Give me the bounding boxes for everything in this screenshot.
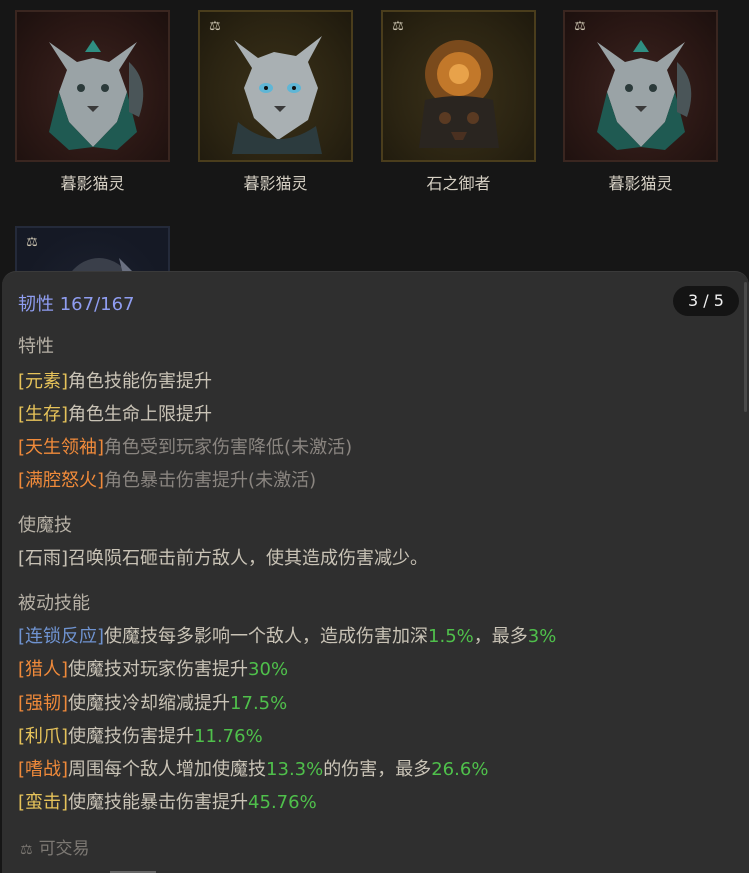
trait-row: [生存]角色生命上限提升: [18, 400, 212, 426]
passive-text: 使魔技伤害提升: [68, 726, 195, 747]
passive-row: [蛮击]使魔技能暴击伤害提升45.76%: [18, 788, 317, 814]
passive-tag: [嗜战]: [18, 759, 69, 780]
trait-row: [天生领袖]角色受到玩家伤害降低(未激活): [18, 433, 352, 459]
passive-tag: [猎人]: [18, 659, 69, 680]
passive-row: [连锁反应]使魔技每多影响一个敌人，造成伤害加深1.5%，最多3%: [18, 622, 556, 648]
stone-warden-portrait-icon: [419, 40, 499, 148]
passive-value: 13.3%: [266, 759, 324, 780]
trait-tag: [满腔怒火]: [18, 470, 105, 491]
traits-heading: 特性: [18, 336, 54, 357]
passive-heading: 被动技能: [18, 593, 90, 614]
trait-text: 角色技能伤害提升: [68, 371, 213, 392]
toughness-label: 韧性: [18, 294, 54, 315]
passive-text: 使魔技能暴击伤害提升: [68, 792, 249, 813]
trait-text: 角色暴击伤害提升(未激活): [104, 470, 317, 491]
page-indicator[interactable]: 3 / 5: [673, 286, 739, 316]
passive-tag: [利爪]: [18, 726, 69, 747]
passive-text: ，最多: [473, 626, 528, 647]
passive-row: [强韧]使魔技冷却缩减提升17.5%: [18, 689, 287, 715]
familiar-card[interactable]: ⚖ 暮影猫灵: [563, 10, 718, 194]
passive-value: 11.76%: [194, 726, 263, 747]
trait-tag: [天生领袖]: [18, 437, 105, 458]
passive-row: [猎人]使魔技对玩家伤害提升30%: [18, 655, 288, 681]
familiar-thumbnail[interactable]: [15, 10, 170, 162]
skill-heading: 使魔技: [18, 515, 72, 536]
familiar-tooltip: 韧性 167/167 3 / 5 特性 [元素]角色技能伤害提升 [生存]角色生…: [2, 271, 749, 873]
familiar-thumbnail[interactable]: ⚖: [563, 10, 718, 162]
passive-tag: [蛮击]: [18, 792, 69, 813]
trait-text: 角色受到玩家伤害降低(未激活): [104, 437, 353, 458]
passive-value: 1.5%: [428, 626, 474, 647]
passive-tag: [连锁反应]: [18, 626, 105, 647]
passive-value: 30%: [248, 659, 289, 680]
tradeable-status: ⚖ 可交易: [20, 834, 90, 859]
trait-tag: [元素]: [18, 371, 69, 392]
passive-row: [嗜战]周围每个敌人增加使魔技13.3%的伤害，最多26.6%: [18, 755, 488, 781]
familiar-name: 暮影猫灵: [60, 174, 125, 193]
familiar-grid: 暮影猫灵 ⚖ 暮影猫灵 ⚖ 石之御者 ⚖ 暮影猫灵 ⚖: [0, 0, 749, 378]
shadow-cat-portrait-icon: [49, 40, 144, 150]
familiar-name: 石之御者: [426, 174, 491, 193]
familiar-thumbnail[interactable]: ⚖: [381, 10, 536, 162]
passive-text: 使魔技每多影响一个敌人，造成伤害加深: [104, 626, 429, 647]
passive-value: 17.5%: [230, 693, 288, 714]
familiar-thumbnail[interactable]: ⚖: [198, 10, 353, 162]
passive-value: 45.76%: [248, 792, 317, 813]
shadow-cat-portrait-icon: [232, 36, 322, 154]
trait-row: [元素]角色技能伤害提升: [18, 367, 212, 393]
familiar-name: 暮影猫灵: [608, 174, 673, 193]
passive-text: 使魔技对玩家伤害提升: [68, 659, 249, 680]
passive-value: 3%: [527, 626, 557, 647]
trait-text: 角色生命上限提升: [68, 404, 213, 425]
scrollbar[interactable]: [744, 282, 747, 412]
passive-text: 的伤害，最多: [323, 759, 432, 780]
trade-scale-icon: ⚖: [20, 842, 33, 858]
trait-tag: [生存]: [18, 404, 69, 425]
toughness-stat: 韧性 167/167: [18, 290, 135, 316]
passive-tag: [强韧]: [18, 693, 69, 714]
trait-row: [满腔怒火]角色暴击伤害提升(未激活): [18, 466, 316, 492]
shadow-cat-portrait-icon: [597, 40, 692, 150]
passive-text: 使魔技冷却缩减提升: [68, 693, 231, 714]
familiar-card[interactable]: 暮影猫灵: [15, 10, 170, 194]
passive-value: 26.6%: [431, 759, 489, 780]
familiar-card[interactable]: ⚖ 暮影猫灵: [198, 10, 353, 194]
familiar-card[interactable]: ⚖ 石之御者: [381, 10, 536, 194]
toughness-value: 167/167: [59, 294, 135, 315]
familiar-name: 暮影猫灵: [243, 174, 308, 193]
skill-text: [石雨]召唤陨石砸击前方敌人，使其造成伤害减少。: [18, 548, 429, 569]
passive-row: [利爪]使魔技伤害提升11.76%: [18, 722, 263, 748]
tradeable-label: 可交易: [38, 839, 90, 859]
passive-text: 周围每个敌人增加使魔技: [68, 759, 267, 780]
